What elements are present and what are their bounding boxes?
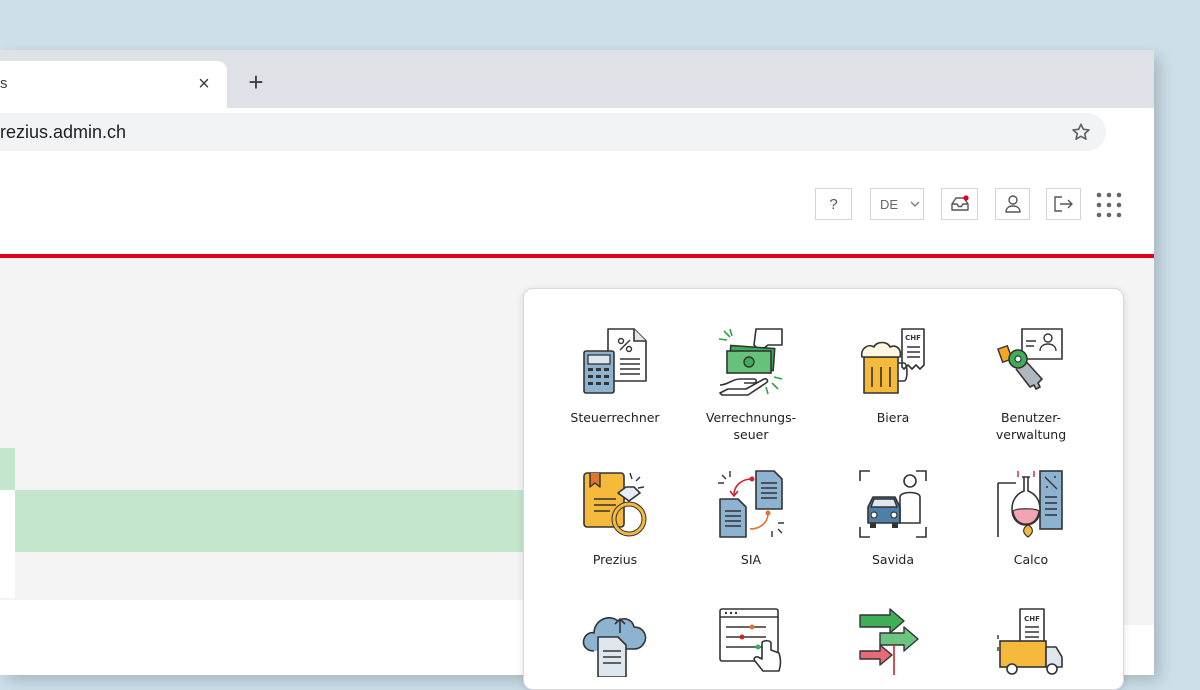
calculator-document-icon — [583, 328, 647, 394]
address-bar[interactable]: rezius.admin.ch — [0, 113, 1106, 151]
cloud-upload-icon — [582, 617, 647, 677]
logout-button[interactable] — [1046, 188, 1081, 220]
app-arrows-flow[interactable] — [823, 607, 963, 677]
new-tab-button[interactable]: + — [244, 69, 268, 95]
tab-bar: s × + — [0, 50, 1154, 108]
app-label: Benutzer- verwaltung — [995, 410, 1067, 442]
flask-document-icon — [997, 470, 1063, 538]
svg-text:CHF: CHF — [905, 334, 921, 342]
help-icon: ? — [829, 196, 838, 213]
app-grid-icon[interactable] — [1096, 192, 1122, 218]
beer-invoice-icon: CHF — [860, 328, 925, 394]
app-calco[interactable]: Calco — [961, 469, 1101, 568]
logout-icon — [1053, 196, 1073, 212]
url-text[interactable]: rezius.admin.ch — [0, 122, 126, 143]
app-switcher-panel: Steuerrechner Verrechnungs- seuer CHF Bi… — [523, 288, 1124, 690]
chevron-down-icon — [910, 201, 920, 207]
app-label: Calco — [1013, 552, 1049, 567]
table-row[interactable] — [0, 448, 15, 490]
truck-invoice-icon: CHF — [997, 608, 1063, 675]
notification-dot — [962, 195, 969, 201]
app-prezius[interactable]: Prezius — [545, 469, 685, 568]
user-icon — [1004, 195, 1021, 213]
key-badge-icon — [997, 328, 1063, 390]
app-cloud-upload[interactable] — [545, 607, 685, 677]
app-label: SIA — [740, 552, 762, 567]
tab-title: s — [0, 75, 8, 92]
language-value: DE — [880, 197, 899, 212]
app-label: Savida — [871, 552, 915, 567]
browser-tab[interactable]: s × — [0, 61, 227, 108]
svg-text:CHF: CHF — [1024, 615, 1040, 623]
car-person-icon — [859, 470, 927, 538]
user-button[interactable] — [995, 188, 1030, 220]
app-form-click[interactable] — [681, 607, 821, 677]
table-row-highlighted[interactable] — [15, 490, 535, 552]
tab-close-button[interactable]: × — [194, 74, 214, 94]
app-truck-invoice[interactable]: CHF — [961, 607, 1101, 677]
app-savida[interactable]: Savida — [823, 469, 963, 568]
ring-certificate-icon — [583, 472, 647, 537]
table-row[interactable] — [0, 600, 530, 625]
app-sia[interactable]: SIA — [681, 469, 821, 568]
app-benutzerverwaltung[interactable]: Benutzer- verwaltung — [961, 327, 1101, 443]
arrows-flow-icon — [859, 608, 919, 675]
help-button[interactable]: ? — [815, 188, 852, 220]
app-biera[interactable]: CHF Biera — [823, 327, 963, 426]
inbox-button[interactable] — [941, 188, 978, 220]
inbox-icon — [950, 195, 969, 211]
money-handover-icon — [718, 328, 783, 396]
table-row[interactable] — [0, 490, 15, 552]
bookmark-star-icon[interactable] — [1070, 121, 1092, 143]
app-verrechnungssteuer[interactable]: Verrechnungs- seuer — [681, 327, 821, 443]
language-select[interactable]: DE — [870, 188, 924, 220]
app-steuerrechner[interactable]: Steuerrechner — [545, 327, 685, 426]
app-label: Prezius — [592, 552, 638, 567]
document-exchange-icon — [718, 470, 784, 538]
app-header — [0, 152, 1154, 256]
app-label: Steuerrechner — [570, 410, 660, 425]
table-row[interactable] — [0, 552, 15, 598]
app-label: Verrechnungs- seuer — [705, 410, 797, 442]
app-label: Biera — [876, 410, 910, 425]
form-click-icon — [719, 608, 782, 672]
